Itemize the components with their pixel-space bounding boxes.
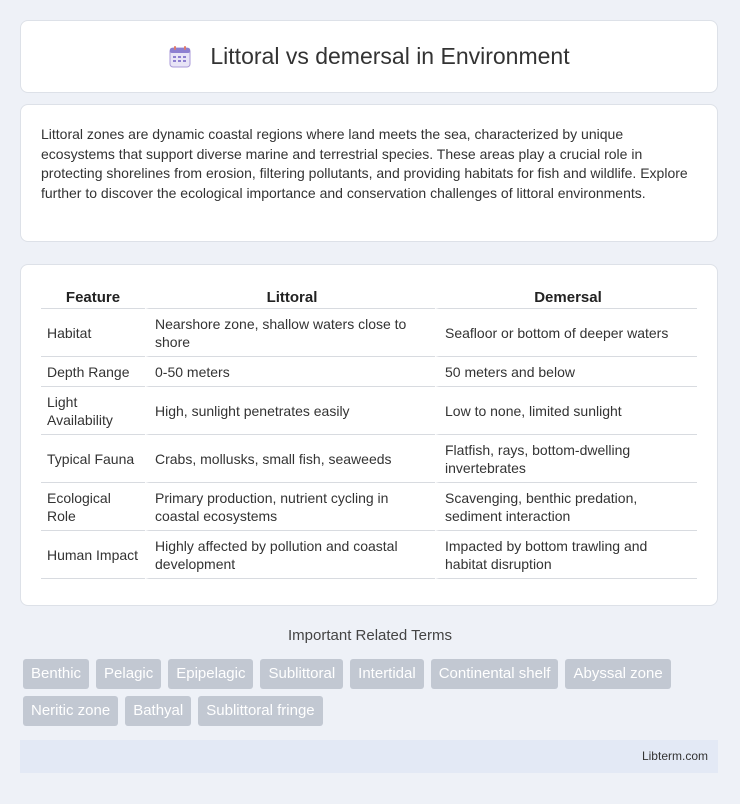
cell-littoral: Nearshore zone, shallow waters close to … <box>145 309 435 357</box>
calendar-icon <box>168 45 192 69</box>
cell-feature: Human Impact <box>41 531 145 579</box>
intro-card: Littoral zones are dynamic coastal regio… <box>20 104 718 242</box>
cell-feature: Habitat <box>41 309 145 357</box>
cell-feature: Depth Range <box>41 357 145 387</box>
header-demersal: Demersal <box>435 285 697 309</box>
comparison-table-card: Feature Littoral Demersal Habitat Nearsh… <box>20 264 718 606</box>
header-feature: Feature <box>41 285 145 309</box>
cell-demersal: Low to none, limited sunlight <box>435 387 697 435</box>
tag-epipelagic[interactable]: Epipelagic <box>168 659 254 689</box>
table-row: Light Availability High, sunlight penetr… <box>41 387 697 435</box>
footer-brand[interactable]: Libterm.com <box>642 749 708 763</box>
cell-feature: Typical Fauna <box>41 435 145 483</box>
cell-littoral: Primary production, nutrient cycling in … <box>145 483 435 531</box>
comparison-table: Feature Littoral Demersal Habitat Nearsh… <box>41 285 697 579</box>
table-row: Depth Range 0-50 meters 50 meters and be… <box>41 357 697 387</box>
cell-demersal: Seafloor or bottom of deeper waters <box>435 309 697 357</box>
related-terms-list: Benthic Pelagic Epipelagic Sublittoral I… <box>23 659 723 726</box>
cell-demersal: 50 meters and below <box>435 357 697 387</box>
cell-littoral: High, sunlight penetrates easily <box>145 387 435 435</box>
tag-sublittoral-fringe[interactable]: Sublittoral fringe <box>198 696 323 726</box>
tag-intertidal[interactable]: Intertidal <box>350 659 424 689</box>
related-terms-title: Important Related Terms <box>288 627 452 644</box>
cell-feature: Light Availability <box>41 387 145 435</box>
footer: Libterm.com <box>20 740 718 773</box>
table-row: Habitat Nearshore zone, shallow waters c… <box>41 309 697 357</box>
tag-neritic-zone[interactable]: Neritic zone <box>23 696 119 726</box>
cell-littoral: Highly affected by pollution and coastal… <box>145 531 435 579</box>
tag-continental-shelf[interactable]: Continental shelf <box>430 659 559 689</box>
cell-littoral: 0-50 meters <box>145 357 435 387</box>
header-littoral: Littoral <box>145 285 435 309</box>
cell-demersal: Flatfish, rays, bottom-dwelling inverteb… <box>435 435 697 483</box>
page-title: Littoral vs demersal in Environment <box>210 43 570 69</box>
tag-benthic[interactable]: Benthic <box>23 659 90 689</box>
cell-littoral: Crabs, mollusks, small fish, seaweeds <box>145 435 435 483</box>
tag-abyssal-zone[interactable]: Abyssal zone <box>565 659 671 689</box>
tag-pelagic[interactable]: Pelagic <box>96 659 162 689</box>
table-header-row: Feature Littoral Demersal <box>41 285 697 309</box>
cell-feature: Ecological Role <box>41 483 145 531</box>
intro-text: Littoral zones are dynamic coastal regio… <box>41 126 688 201</box>
table-row: Typical Fauna Crabs, mollusks, small fis… <box>41 435 697 483</box>
tag-bathyal[interactable]: Bathyal <box>125 696 192 726</box>
table-row: Human Impact Highly affected by pollutio… <box>41 531 697 579</box>
header-card: Littoral vs demersal in Environment <box>20 20 718 93</box>
tag-sublittoral[interactable]: Sublittoral <box>260 659 344 689</box>
cell-demersal: Impacted by bottom trawling and habitat … <box>435 531 697 579</box>
cell-demersal: Scavenging, benthic predation, sediment … <box>435 483 697 531</box>
table-row: Ecological Role Primary production, nutr… <box>41 483 697 531</box>
